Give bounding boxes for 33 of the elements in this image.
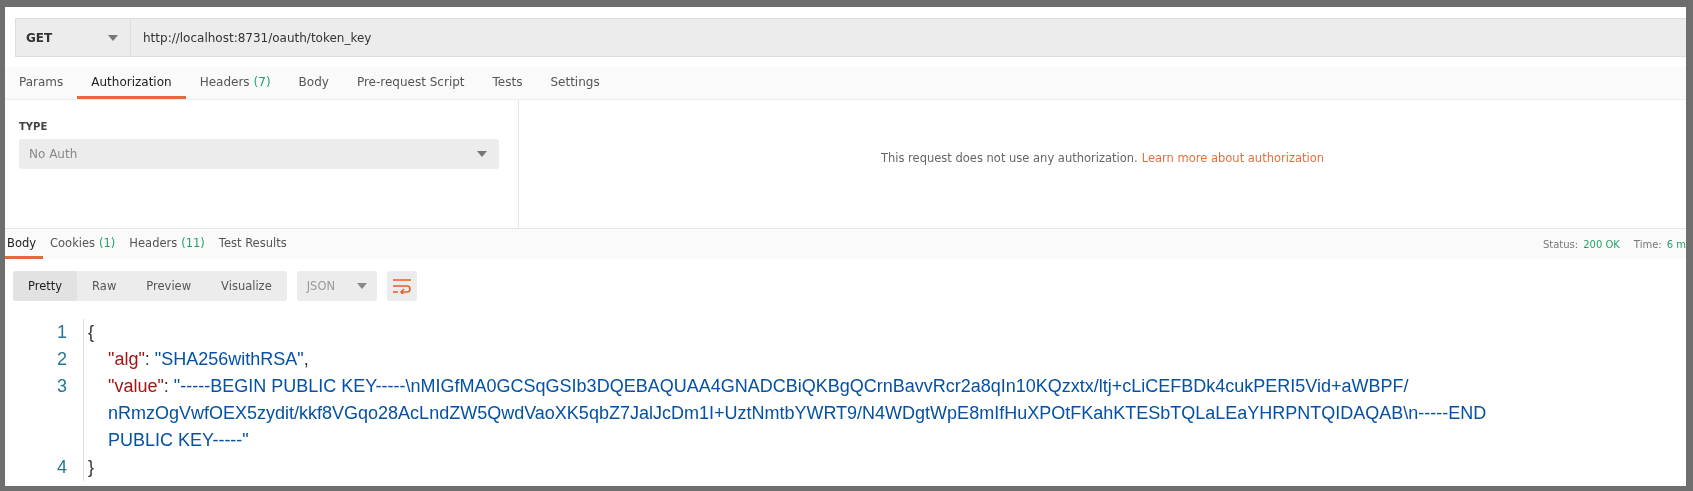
brace: } bbox=[88, 457, 94, 477]
line-number: 2 bbox=[56, 348, 68, 371]
view-mode-button[interactable]: Visualize bbox=[206, 271, 287, 301]
response-tab[interactable]: Cookies (1) bbox=[43, 229, 123, 259]
view-mode-button[interactable]: Raw bbox=[77, 271, 132, 301]
auth-message: This request does not use any authorization. bbox=[880, 151, 1138, 165]
status-value: 200 OK bbox=[1583, 238, 1620, 250]
request-tab[interactable]: Pre-request Script bbox=[342, 67, 479, 99]
request-tab[interactable]: Settings bbox=[536, 67, 614, 99]
request-tab[interactable]: Tests bbox=[478, 67, 537, 99]
request-tab[interactable]: Authorization bbox=[77, 67, 186, 99]
response-tab[interactable]: Headers (11) bbox=[122, 229, 212, 259]
json-entry: "alg": "SHA256withRSA", bbox=[107, 348, 310, 371]
caret-icon bbox=[477, 151, 487, 157]
wrap-lines-button[interactable] bbox=[386, 271, 417, 301]
caret-icon bbox=[356, 283, 367, 289]
brace: { bbox=[88, 322, 94, 342]
status-label: Status: bbox=[1542, 238, 1579, 250]
time-value: 6 m bbox=[1666, 238, 1686, 250]
request-tab[interactable]: Body bbox=[284, 67, 343, 99]
view-mode-button[interactable]: Preview bbox=[131, 271, 207, 301]
view-mode-button[interactable]: Pretty bbox=[13, 271, 78, 301]
response-tab[interactable]: Test Results bbox=[211, 229, 294, 259]
line-number: 3 bbox=[56, 375, 68, 398]
response-tab[interactable]: Body bbox=[5, 229, 44, 259]
request-tab[interactable]: Headers (7) bbox=[185, 67, 285, 99]
time-label: Time: bbox=[1633, 238, 1662, 250]
wrap-icon bbox=[391, 278, 412, 294]
request-tab[interactable]: Params bbox=[5, 67, 78, 99]
line-number: 1 bbox=[56, 321, 68, 344]
type-label: TYPE bbox=[19, 121, 48, 132]
json-entry: "value": "-----BEGIN PUBLIC KEY-----\nMIGfMA0GCSqGSIb3DQEBAQUAA4GNADCBiQKBgQCrnBavvRcr2a8qIn10KQzxtx/ltj+cLiCEFBDk4cukPERI5Vid+aWBPF/ nRmzOgVwfOEX5zydit/kkf8VGqo28AcLndZW5QwdVaoXK5qbZ7JalJcDm1I+UztNmtbYWRT9/N4WDgtWpE8mIfHuXPOtFKahKTESbTQLaLEaYHRPNTQIDAQAB\n-----END PUBLIC KEY-----" bbox=[107, 375, 1488, 452]
line-number: 4 bbox=[56, 456, 68, 479]
